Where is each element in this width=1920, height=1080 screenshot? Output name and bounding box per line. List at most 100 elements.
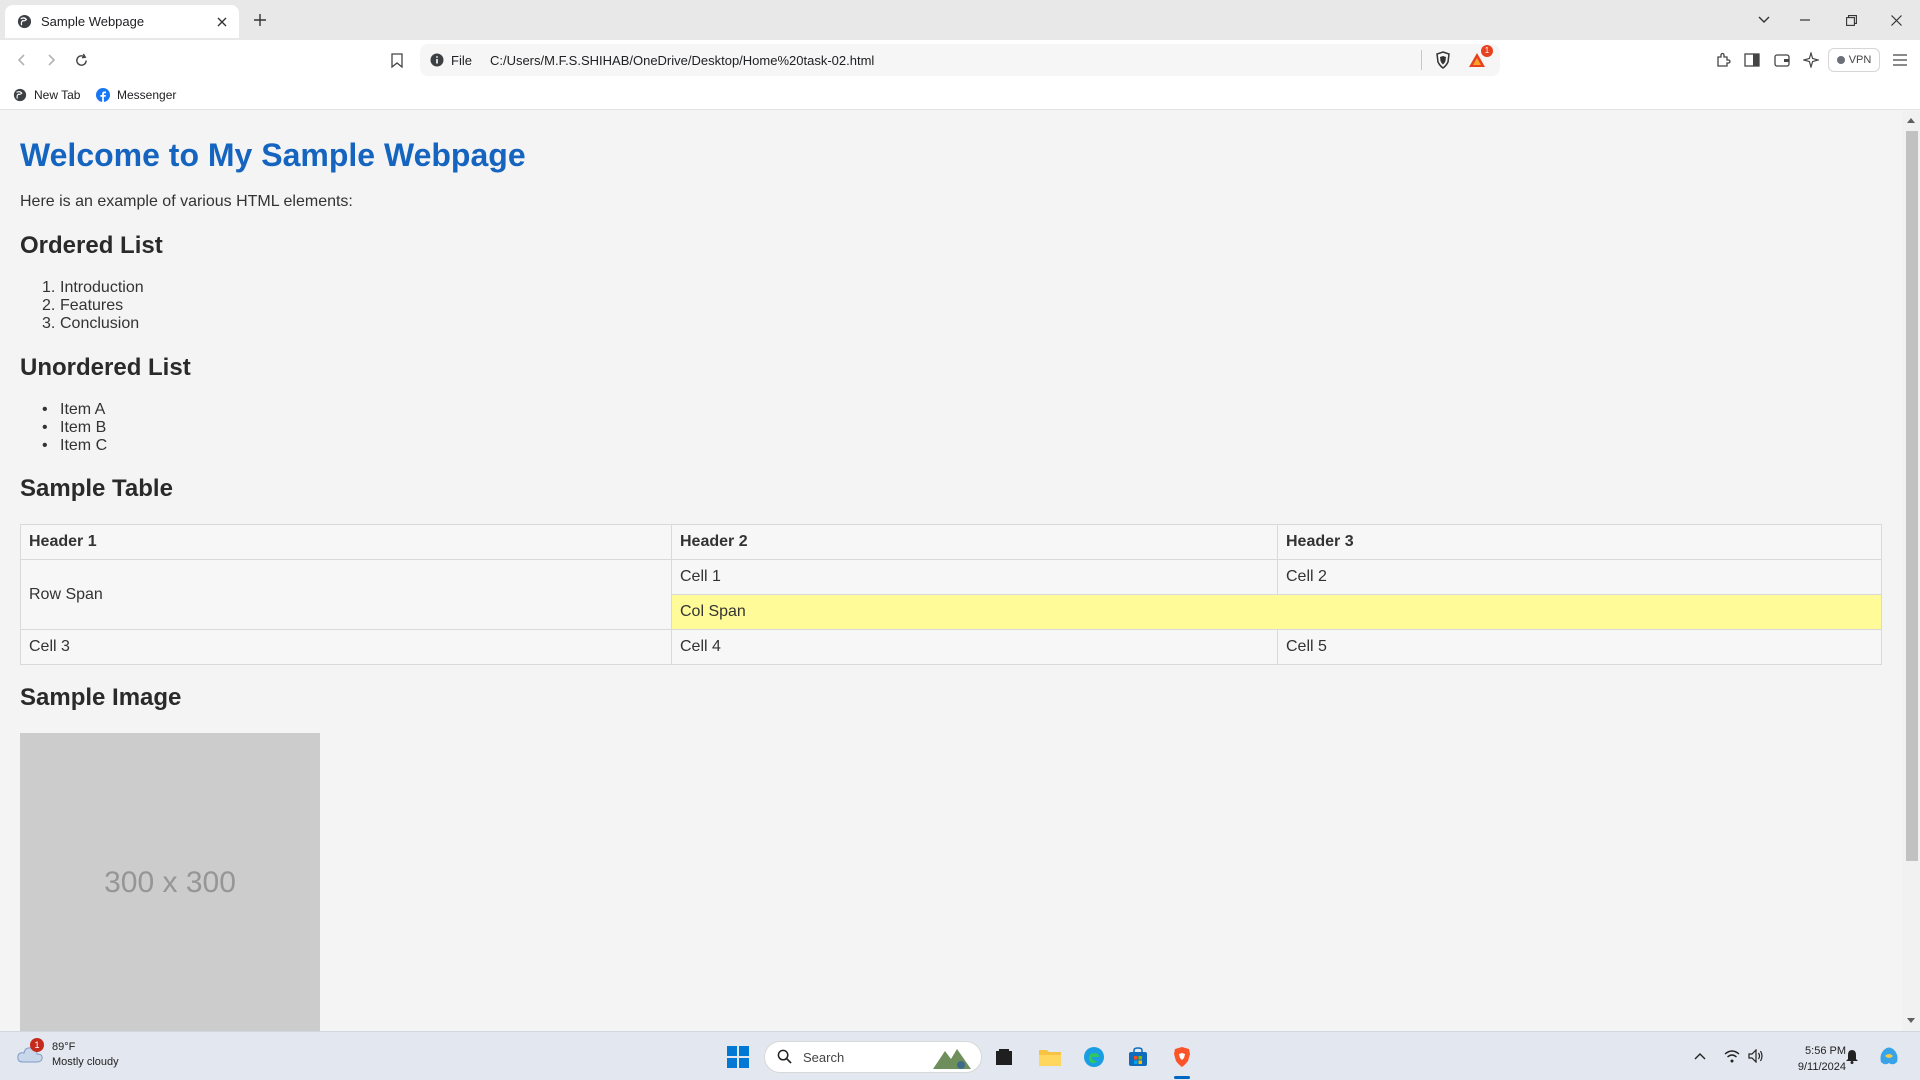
page-viewport: Welcome to My Sample Webpage Here is an … xyxy=(0,111,1902,1031)
browser-title-bar: Sample Webpage xyxy=(0,0,1920,40)
weather-widget[interactable]: 1 89°F Mostly cloudy xyxy=(16,1038,119,1070)
list-marker: 2. xyxy=(42,297,56,314)
list-item: 3. Conclusion xyxy=(42,315,144,333)
bookmark-messenger[interactable]: Messenger xyxy=(96,86,176,104)
rewards-badge: 1 xyxy=(1481,45,1493,57)
show-hidden-icons-chevron-icon[interactable] xyxy=(1690,1046,1710,1066)
scroll-down-arrow-icon[interactable] xyxy=(1906,1015,1916,1025)
scrollbar-thumb[interactable] xyxy=(1906,131,1918,861)
search-label: Search xyxy=(803,1049,845,1065)
file-explorer-icon[interactable] xyxy=(1034,1041,1066,1073)
list-item-text: Item A xyxy=(60,401,106,418)
table-cell: Cell 3 xyxy=(20,629,672,665)
weather-temp: 89°F xyxy=(52,1041,76,1053)
wifi-icon[interactable] xyxy=(1722,1046,1742,1066)
table-heading: Sample Table xyxy=(20,475,173,502)
forward-arrow-icon[interactable] xyxy=(38,48,64,72)
address-bar[interactable]: File C:/Users/M.F.S.SHIHAB/OneDrive/Desk… xyxy=(420,44,1500,76)
url-scheme-label: File xyxy=(451,52,472,68)
ordered-list-heading: Ordered List xyxy=(20,232,163,259)
bookmark-new-tab[interactable]: New Tab xyxy=(13,86,80,104)
bookmarks-bar: New Tab Messenger xyxy=(0,80,1920,110)
vertical-scrollbar[interactable] xyxy=(1902,111,1920,1031)
close-tab-icon[interactable] xyxy=(213,13,231,31)
reload-icon[interactable] xyxy=(68,48,94,72)
row-span-cell: Row Span xyxy=(20,559,672,630)
brave-browser-icon[interactable] xyxy=(1166,1041,1198,1073)
list-item-text: Item C xyxy=(60,437,108,454)
table-row: Row Span Cell 1 Cell 2 xyxy=(20,559,1882,630)
ordered-list: 1. Introduction 2. Features 3. Conclusion xyxy=(42,279,144,333)
cloud-weather-icon: 1 xyxy=(16,1038,46,1068)
close-window-button[interactable] xyxy=(1884,8,1908,32)
globe-icon xyxy=(13,88,27,102)
windows-taskbar: 1 89°F Mostly cloudy Search 5:56 PM 9/11… xyxy=(0,1031,1920,1080)
sample-image: 300 x 300 xyxy=(20,733,320,1031)
list-item: 2. Features xyxy=(42,297,144,315)
facebook-icon xyxy=(96,88,110,102)
omnibox-divider xyxy=(1421,50,1422,70)
globe-icon xyxy=(17,14,32,29)
table-row: Cell 3 Cell 4 Cell 5 xyxy=(20,629,1882,665)
table-cell: Cell 5 xyxy=(1277,629,1882,665)
table-cell: Cell 4 xyxy=(671,629,1278,665)
list-item: • Item B xyxy=(42,419,107,437)
back-arrow-icon[interactable] xyxy=(9,48,35,72)
sidebar-toggle-icon[interactable] xyxy=(1739,48,1765,72)
volume-icon[interactable] xyxy=(1746,1046,1766,1066)
list-item: 1. Introduction xyxy=(42,279,144,297)
vpn-button[interactable]: VPN xyxy=(1828,48,1880,72)
extensions-puzzle-icon[interactable] xyxy=(1710,48,1736,72)
url-text[interactable]: C:/Users/M.F.S.SHIHAB/OneDrive/Desktop/H… xyxy=(490,53,1421,68)
col-span-cell: Col Span xyxy=(671,594,1882,630)
bullet-icon: • xyxy=(42,419,48,436)
bookmark-label: Messenger xyxy=(117,88,177,102)
clock-date: 9/11/2024 xyxy=(1797,1061,1846,1073)
notification-bell-icon[interactable] xyxy=(1842,1046,1862,1066)
list-item-text: Conclusion xyxy=(60,315,140,332)
tab-sample-webpage[interactable]: Sample Webpage xyxy=(5,5,239,38)
edge-browser-icon[interactable] xyxy=(1078,1041,1110,1073)
brave-rewards-icon[interactable]: 1 xyxy=(1466,45,1493,71)
unordered-list: • Item A • Item B • Item C xyxy=(42,401,108,455)
taskbar-search-box[interactable]: Search xyxy=(764,1041,982,1073)
weather-desc: Mostly cloudy xyxy=(52,1056,119,1068)
wallet-icon[interactable] xyxy=(1769,48,1795,72)
tab-search-chevron-icon[interactable] xyxy=(1752,8,1776,32)
list-marker: 1. xyxy=(42,279,56,296)
brave-shields-icon[interactable] xyxy=(1432,49,1454,71)
leo-ai-icon[interactable] xyxy=(1798,48,1824,72)
menu-hamburger-icon[interactable] xyxy=(1887,48,1913,72)
scroll-up-arrow-icon[interactable] xyxy=(1906,115,1916,125)
windows-start-icon[interactable] xyxy=(722,1041,754,1073)
image-heading: Sample Image xyxy=(20,684,182,711)
vpn-status-dot-icon xyxy=(1836,56,1845,64)
info-icon[interactable] xyxy=(430,53,445,68)
table-cell: Cell 1 xyxy=(671,559,1278,595)
restore-button[interactable] xyxy=(1839,8,1863,32)
copilot-icon[interactable] xyxy=(1876,1043,1902,1069)
list-item: • Item C xyxy=(42,437,108,455)
new-tab-button[interactable] xyxy=(249,9,271,31)
system-clock[interactable]: 5:56 PM 9/11/2024 xyxy=(1778,1043,1846,1075)
bullet-icon: • xyxy=(42,437,48,454)
tab-title: Sample Webpage xyxy=(41,14,145,29)
image-placeholder-text: 300 x 300 xyxy=(104,866,236,899)
minimize-button[interactable] xyxy=(1793,8,1817,32)
microsoft-store-icon[interactable] xyxy=(1122,1041,1154,1073)
table-cell: Cell 2 xyxy=(1277,559,1882,595)
page-title: Welcome to My Sample Webpage xyxy=(20,137,526,173)
intro-text: Here is an example of various HTML eleme… xyxy=(20,193,353,210)
weather-badge: 1 xyxy=(30,1038,44,1052)
search-highlight-art-icon xyxy=(931,1045,975,1071)
list-item-text: Features xyxy=(60,297,124,314)
list-item: • Item A xyxy=(42,401,107,419)
task-view-icon[interactable] xyxy=(988,1041,1020,1073)
search-icon xyxy=(777,1049,793,1065)
unordered-list-heading: Unordered List xyxy=(20,354,191,381)
browser-toolbar: File C:/Users/M.F.S.SHIHAB/OneDrive/Desk… xyxy=(0,40,1920,80)
bookmark-label: New Tab xyxy=(34,88,81,102)
table-header-cell: Header 2 xyxy=(671,524,1278,560)
bookmark-icon[interactable] xyxy=(384,48,410,72)
table-header-cell: Header 3 xyxy=(1277,524,1882,560)
